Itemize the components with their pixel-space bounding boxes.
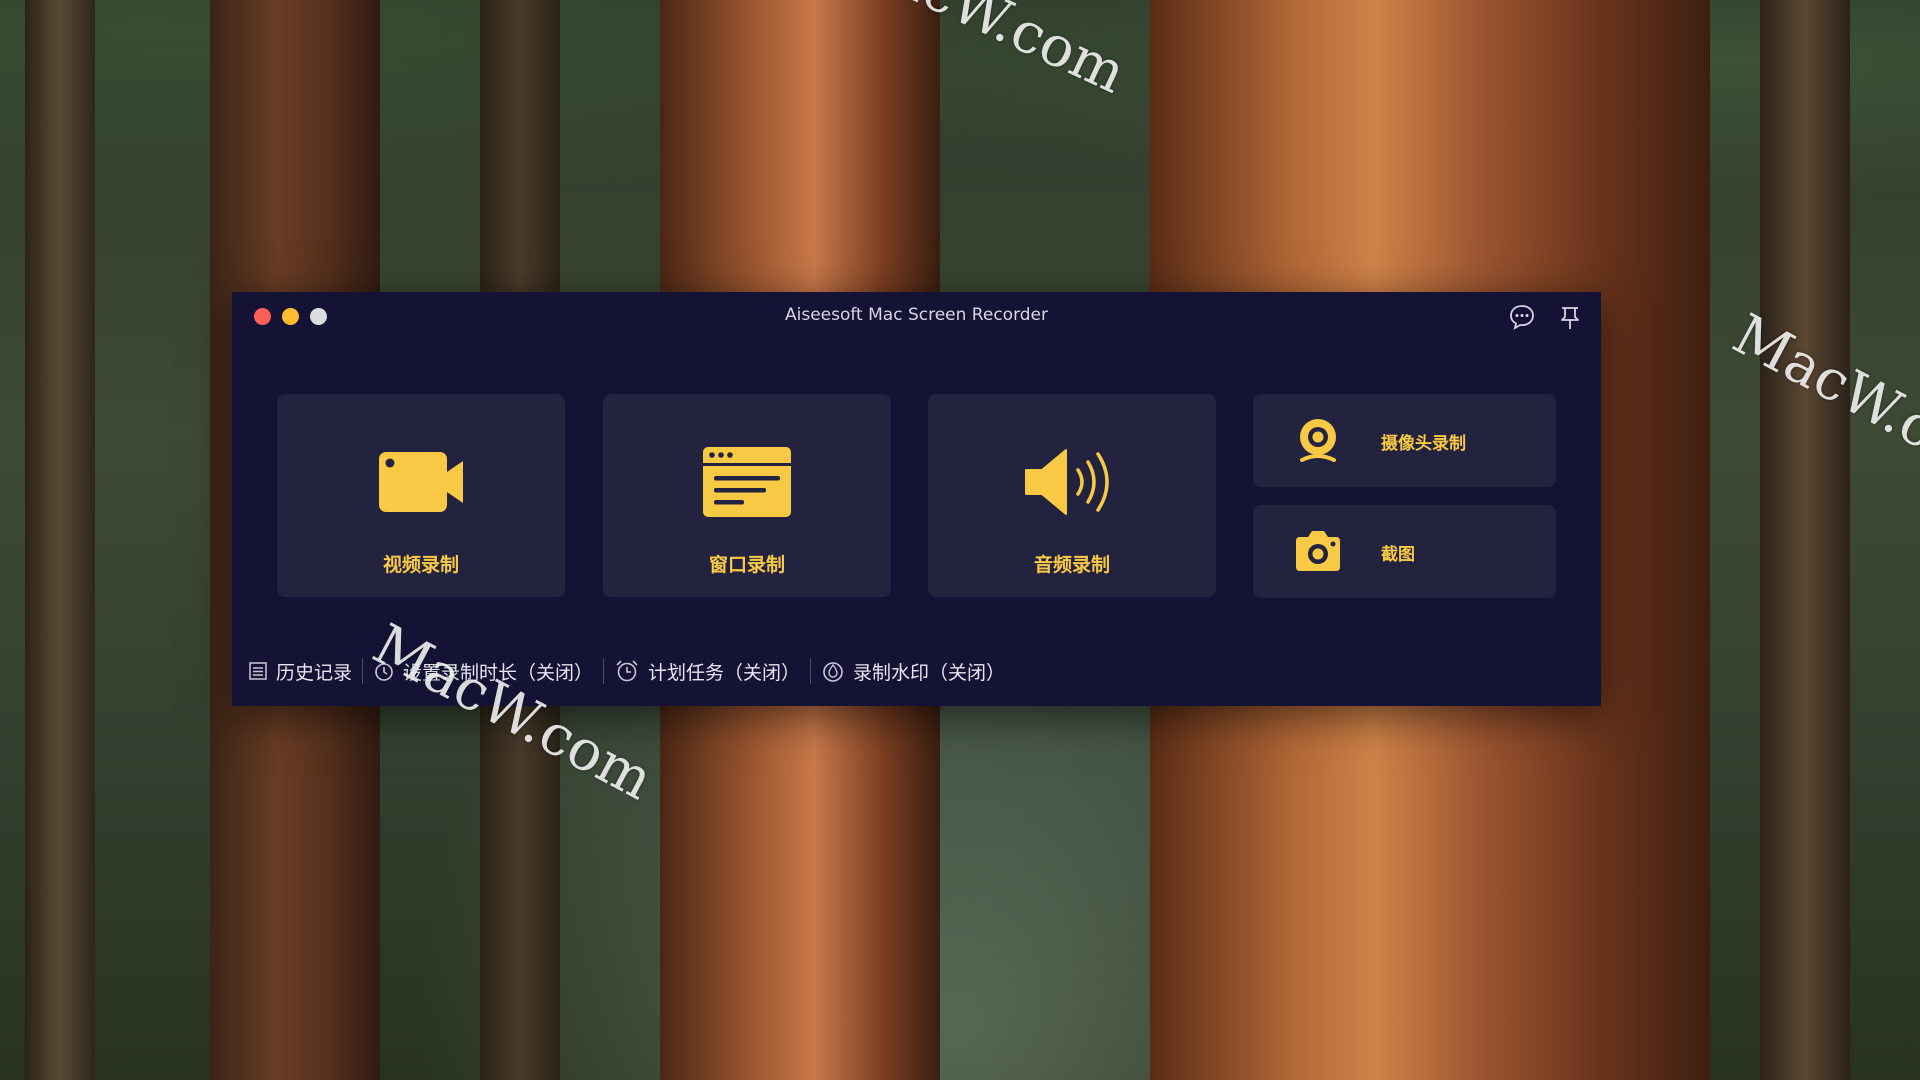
tree-trunk: [1760, 0, 1850, 1080]
watermark-label: 录制水印（关闭）: [853, 661, 1006, 684]
audio-recorder-card[interactable]: 音频录制: [928, 394, 1216, 597]
video-recorder-card[interactable]: 视频录制: [277, 394, 565, 597]
divider: [810, 658, 812, 684]
alarm-clock-icon: [616, 660, 638, 682]
webcam-recorder-label: 摄像头录制: [1381, 434, 1466, 454]
speaker-icon: [928, 446, 1216, 516]
history-button[interactable]: 历史记录: [248, 658, 352, 685]
water-drop-icon: [823, 662, 843, 682]
schedule-task-label: 计划任务（关闭）: [648, 661, 801, 684]
set-duration-label: 设置录制时长（关闭）: [403, 661, 594, 684]
window-recorder-label: 窗口录制: [708, 554, 785, 576]
audio-recorder-label: 音频录制: [1033, 554, 1110, 576]
window-icon: [603, 446, 891, 517]
watermark-button[interactable]: 录制水印（关闭）: [821, 658, 1005, 685]
timer-icon: [375, 663, 393, 681]
screenshot-card[interactable]: 截图: [1253, 505, 1556, 598]
set-duration-button[interactable]: 设置录制时长（关闭）: [373, 658, 593, 685]
webcam-icon: [1293, 416, 1343, 466]
tree-trunk: [25, 0, 95, 1080]
bottom-toolbar: 历史记录 设置录制时长（关闭） 计划任务（关闭） 录制水印（关闭）: [248, 656, 1005, 686]
divider: [362, 658, 364, 684]
schedule-task-button[interactable]: 计划任务（关闭）: [614, 658, 800, 685]
titlebar: Aiseesoft Mac Screen Recorder: [232, 292, 1601, 340]
camera-icon: [1293, 527, 1343, 577]
window-title: Aiseesoft Mac Screen Recorder: [784, 305, 1048, 325]
video-camera-icon: [277, 446, 565, 516]
divider: [603, 658, 605, 684]
desktop-background: Aiseesoft Mac Screen Recorder 视频录制 窗口录制 …: [0, 0, 1920, 1080]
feedback-icon[interactable]: [1506, 301, 1538, 333]
app-window: Aiseesoft Mac Screen Recorder 视频录制 窗口录制 …: [232, 292, 1601, 706]
list-icon: [249, 662, 267, 680]
pin-icon[interactable]: [1554, 301, 1586, 333]
screenshot-label: 截图: [1381, 545, 1415, 565]
webcam-recorder-card[interactable]: 摄像头录制: [1253, 394, 1556, 487]
history-label: 历史记录: [276, 661, 353, 684]
video-recorder-label: 视频录制: [382, 554, 459, 576]
window-recorder-card[interactable]: 窗口录制: [603, 394, 891, 597]
